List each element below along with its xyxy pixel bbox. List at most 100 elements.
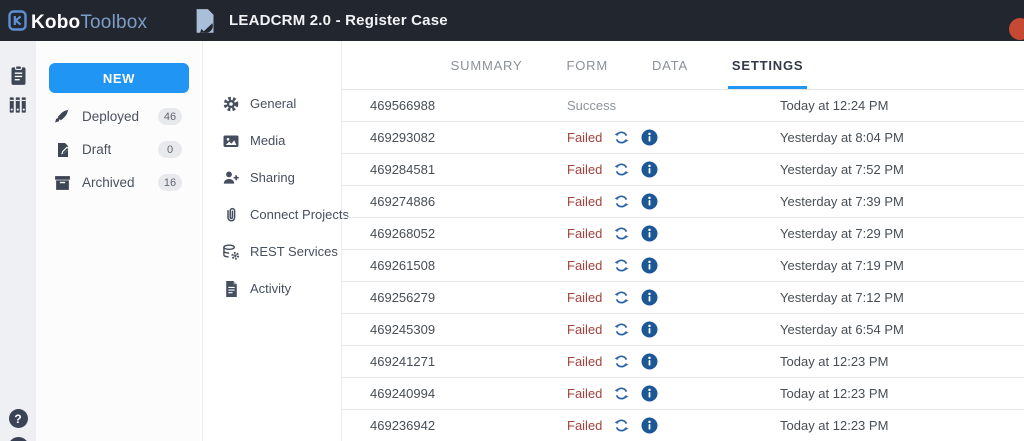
tab-label: SUMMARY [450,57,523,73]
status-text: Failed [567,258,603,273]
log-date: Yesterday at 6:54 PM [780,322,904,337]
sidebar-filter-label: Draft [82,142,112,157]
help-icon[interactable]: ? [8,409,28,428]
info-icon[interactable] [641,193,658,210]
user-avatar[interactable] [7,437,29,441]
log-row: 469284581 Failed Yesterday at 7:52 PM [342,154,1024,186]
status-cell: Failed [567,353,780,370]
status-cell: Failed [567,193,780,210]
kobotoolbox-app: Kobo Toolbox LEADCRM 2.0 - Register Case … [0,0,1024,441]
status-cell: Failed [567,129,780,146]
status-text: Failed [567,322,603,337]
brand-text-bold: Kobo [31,12,81,33]
info-icon[interactable] [641,225,658,242]
info-icon[interactable] [641,161,658,178]
settings-nav-item[interactable]: Connect Projects [203,196,349,233]
log-date: Yesterday at 7:12 PM [780,290,904,305]
settings-nav-item[interactable]: Sharing [203,159,341,196]
activity-icon [222,280,240,298]
log-row: 469245309 Failed Yesterday at 6:54 PM [342,314,1024,346]
status-text: Failed [567,130,603,145]
settings-nav-item[interactable]: General [203,85,341,122]
info-icon[interactable] [641,385,658,402]
submission-id: 469293082 [370,130,436,145]
project-tab[interactable]: FORM [566,41,607,89]
retry-icon[interactable] [613,417,630,434]
left-icon-rail: ? [0,41,36,441]
project-tab[interactable]: SUMMARY [451,41,523,89]
kobotoolbox-logo[interactable]: Kobo Toolbox [8,7,147,34]
submission-id: 469566988 [370,98,436,113]
kobo-logo-icon [8,10,27,31]
submission-id: 469236942 [370,418,436,433]
status-text: Failed [567,386,603,401]
retry-icon[interactable] [613,257,630,274]
project-tab[interactable]: SETTINGS [727,41,808,89]
submission-id: 469240994 [370,386,436,401]
log-date: Yesterday at 7:39 PM [780,194,904,209]
retry-icon[interactable] [613,321,630,338]
retry-icon[interactable] [613,193,630,210]
submission-id: 469241271 [370,354,436,369]
tab-label: FORM [566,57,608,73]
gear-icon [222,95,240,113]
submission-id: 469284581 [370,162,436,177]
status-cell: Success [567,98,780,113]
log-row: 469240994 Failed Today at 12:23 PM [342,378,1024,410]
log-date: Today at 12:24 PM [780,98,889,113]
settings-nav-item[interactable]: REST Services [203,233,341,270]
settings-nav-label: Media [250,133,286,148]
submission-id: 469274886 [370,194,436,209]
log-row: 469261508 Failed Yesterday at 7:19 PM [342,250,1024,282]
brand-text-light: Toolbox [80,12,148,33]
info-icon[interactable] [641,129,658,146]
sidebar-filter-item[interactable]: Deployed 46 [36,100,200,133]
retry-icon[interactable] [613,289,630,306]
draft-icon [54,141,71,158]
log-date: Today at 12:23 PM [780,418,889,433]
status-cell: Failed [567,417,780,434]
retry-icon[interactable] [613,225,630,242]
sidebar-filter-label: Deployed [82,109,140,124]
top-header: Kobo Toolbox LEADCRM 2.0 - Register Case [0,0,1024,41]
submission-id: 469256279 [370,290,436,305]
project-file-icon [192,8,217,35]
status-text: Failed [567,194,603,209]
new-button[interactable]: NEW [49,63,189,93]
status-cell: Failed [567,225,780,242]
settings-nav-label: General [250,96,297,111]
projects-icon[interactable] [0,60,36,90]
person-add-icon [222,169,240,187]
rest-services-icon [222,243,240,261]
paperclip-icon [222,206,240,224]
log-row: 469236942 Failed Today at 12:23 PM [342,410,1024,441]
rail-bottom: ? [7,409,29,441]
status-text: Success [567,98,617,113]
status-cell: Failed [567,321,780,338]
count-badge: 46 [158,108,182,125]
library-icon[interactable] [0,90,36,120]
settings-nav-item[interactable]: Media [203,122,341,159]
info-icon[interactable] [641,289,658,306]
settings-nav-item[interactable]: Activity [203,270,341,307]
settings-nav: General Media Sharing Connect Projects R… [202,41,349,441]
info-icon[interactable] [641,353,658,370]
status-text: Failed [567,418,603,433]
info-icon[interactable] [641,417,658,434]
retry-icon[interactable] [613,129,630,146]
project-tab[interactable]: DATA [652,41,688,89]
log-row: 469566988 Success Today at 12:24 PM [342,90,1024,122]
rest-services-log-table: 469566988 Success Today at 12:24 PM 4692… [342,90,1024,441]
info-icon[interactable] [641,257,658,274]
info-icon[interactable] [641,321,658,338]
sidebar-filter-item[interactable]: Archived 16 [36,166,200,199]
sidebar-filter-item[interactable]: Draft 0 [36,133,200,166]
retry-icon[interactable] [613,161,630,178]
log-date: Yesterday at 8:04 PM [780,130,904,145]
archive-icon [54,174,71,191]
notification-dot[interactable] [1009,18,1024,40]
retry-icon[interactable] [613,353,630,370]
retry-icon[interactable] [613,385,630,402]
log-row: 469241271 Failed Today at 12:23 PM [342,346,1024,378]
log-row: 469268052 Failed Yesterday at 7:29 PM [342,218,1024,250]
